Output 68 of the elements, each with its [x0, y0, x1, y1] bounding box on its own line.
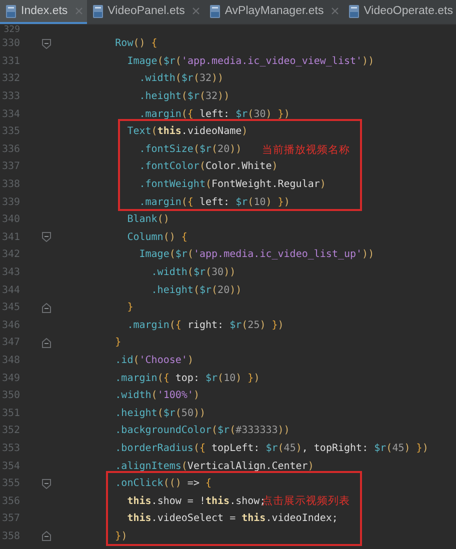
line-number: 333 — [0, 91, 20, 102]
code-line: .alignItems(VerticalAlign.Center) — [114, 460, 314, 472]
code-line: .margin({ left: $r(30) }) — [138, 108, 290, 120]
file-tab[interactable]: Index.ets — [0, 0, 87, 24]
line-number: 350 — [0, 390, 20, 402]
line-number: 348 — [0, 354, 20, 366]
line-number: 345 — [0, 302, 20, 314]
line-number: 344 — [0, 284, 20, 296]
code-line: Image($r('app.media.ic_video_view_list')) — [126, 56, 374, 67]
code-line: .id('Choose') — [114, 354, 194, 366]
line-number: 331 — [0, 56, 20, 67]
code-line: .height($r(32)) — [138, 91, 230, 102]
line-number: 347 — [0, 337, 20, 348]
code-line: .height($r(20)) — [150, 284, 242, 296]
annotation-text: 当前播放视频名称 — [262, 142, 350, 157]
code-line: }) — [114, 530, 128, 542]
code-line: .backgroundColor($r(#333333)) — [114, 425, 290, 436]
code-line: } — [126, 302, 134, 314]
file-tab[interactable]: VideoPanel.ets — [86, 0, 204, 24]
file-icon — [5, 4, 17, 18]
line-number: 352 — [0, 425, 20, 436]
code-line: .margin({ top: $r(10) }) — [114, 372, 260, 384]
line-number: 334 — [0, 108, 20, 120]
line-number: 358 — [0, 530, 20, 542]
line-number: 341 — [0, 232, 20, 243]
code-line: .width($r(32)) — [138, 73, 224, 84]
line-number: 351 — [0, 408, 20, 419]
code-line: .fontWeight(FontWeight.Regular) — [138, 179, 326, 190]
line-number: 340 — [0, 214, 20, 226]
line-number: 355 — [0, 478, 20, 490]
code-line: this.videoSelect = this.videoIndex; — [126, 513, 338, 524]
code-line: .fontSize($r(20)) — [138, 144, 242, 155]
code-line: Column() { — [126, 232, 188, 243]
line-number: 330 — [0, 38, 20, 50]
code-line: .borderRadius({ topLeft: $r(45), topRight: $r(45) }) — [114, 442, 428, 454]
line-number: 339 — [0, 196, 20, 208]
code-line: Row() { — [114, 38, 158, 50]
file-icon — [92, 4, 104, 18]
code-line: .fontColor(Color.White) — [138, 161, 278, 172]
code-line: Text(this.videoName) — [126, 126, 248, 138]
code-line: Image($r('app.media.ic_video_list_up')) — [138, 249, 374, 260]
file-icon — [348, 4, 360, 18]
line-number: 349 — [0, 372, 20, 384]
code-line: } — [114, 337, 122, 348]
line-number: 343 — [0, 267, 20, 278]
line-number: 346 — [0, 320, 20, 331]
line-number: 353 — [0, 442, 20, 454]
line-number: 354 — [0, 460, 20, 472]
file-tab[interactable]: VideoOperate.ets — [342, 0, 456, 24]
code-line: .margin({ left: $r(10) }) — [138, 196, 290, 208]
line-number: 337 — [0, 161, 20, 172]
annotation-text: 点击展示视频列表 — [262, 494, 350, 508]
line-number: 332 — [0, 73, 20, 84]
code-line: .height($r(50)) — [114, 408, 206, 419]
line-number: 338 — [0, 179, 20, 190]
line-number: 342 — [0, 249, 20, 260]
line-number: 356 — [0, 496, 20, 507]
line-number: 336 — [0, 144, 20, 155]
line-number: 335 — [0, 126, 20, 138]
file-tab[interactable]: AvPlayManager.ets — [204, 0, 343, 24]
code-line: .width('100%') — [114, 390, 200, 402]
code-line: Blank() — [126, 214, 170, 226]
file-icon — [208, 4, 221, 18]
code-line: .margin({ right: $r(25) }) — [126, 320, 284, 331]
code-line: .width($r(30)) — [150, 267, 236, 278]
line-number: 357 — [0, 513, 20, 524]
line-number: 329 — [2, 25, 20, 35]
code-line: .onClick(() => { — [114, 478, 212, 490]
